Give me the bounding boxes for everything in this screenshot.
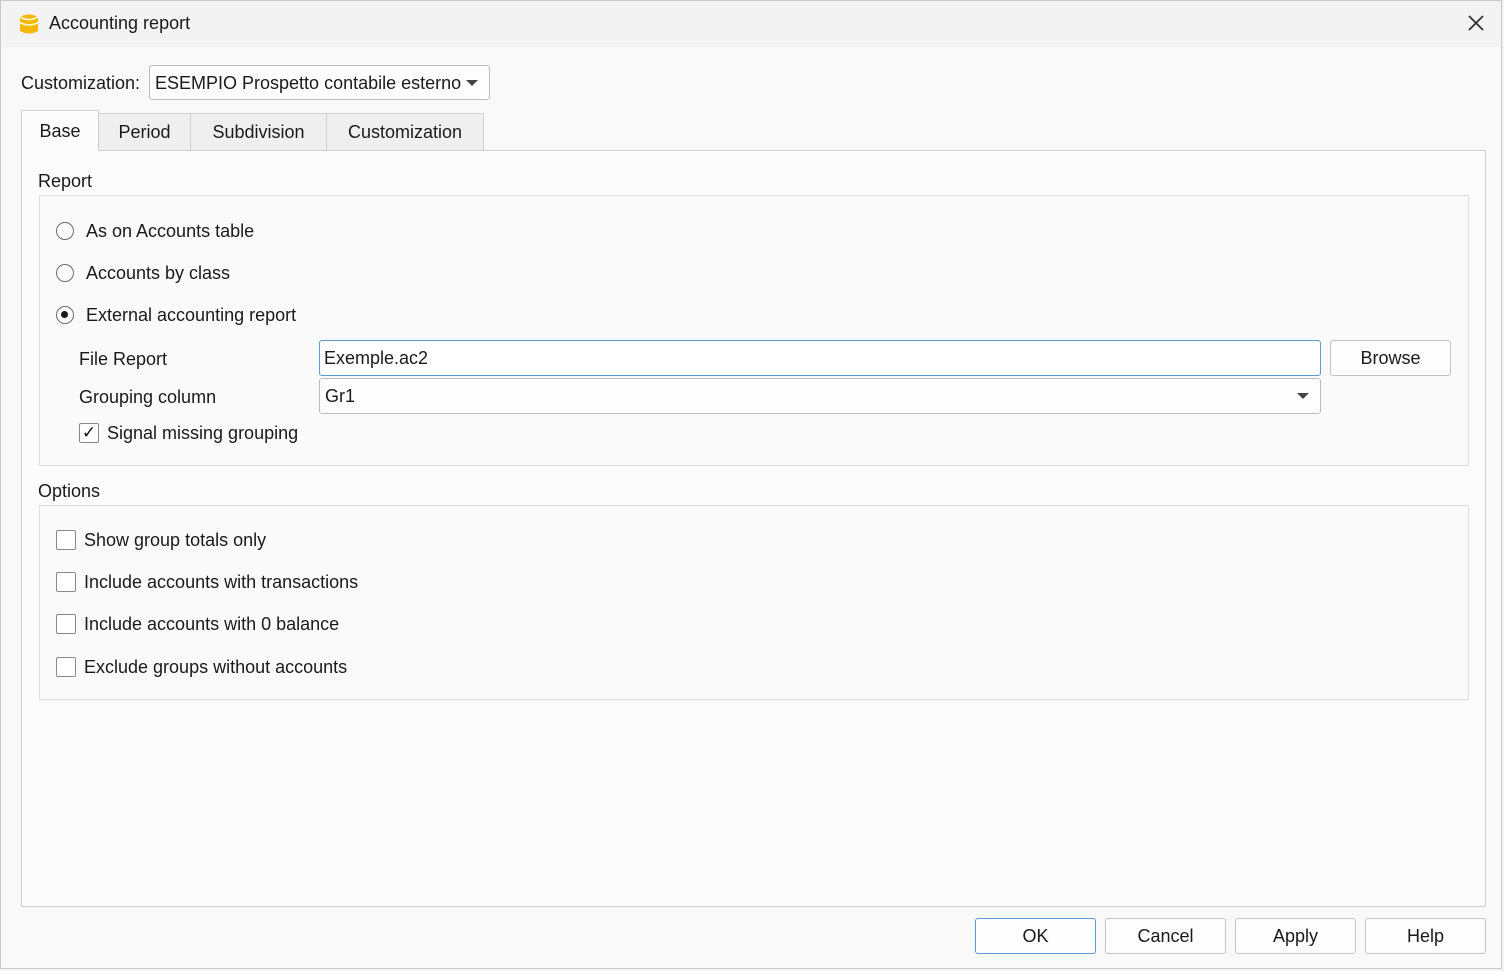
file-report-input[interactable] <box>319 340 1321 376</box>
customization-label: Customization: <box>21 73 141 93</box>
cancel-button[interactable]: Cancel <box>1105 918 1226 954</box>
help-button[interactable]: Help <box>1365 918 1486 954</box>
radio-label: External accounting report <box>86 305 297 325</box>
apply-button[interactable]: Apply <box>1235 918 1356 954</box>
checkbox-label: Include accounts with transactions <box>84 572 359 592</box>
close-icon[interactable] <box>1463 10 1489 36</box>
checkbox[interactable] <box>56 572 76 592</box>
checkbox[interactable] <box>56 657 76 677</box>
checkbox-label: Exclude groups without accounts <box>84 657 348 677</box>
ok-button[interactable]: OK <box>975 918 1096 954</box>
dialog-window: Accounting report Customization: ESEMPIO… <box>0 0 1502 969</box>
window-title: Accounting report <box>49 13 191 33</box>
tab-panel-base: Report As on Accounts table Accounts by … <box>21 150 1486 907</box>
chevron-down-icon <box>1297 393 1309 399</box>
radio-label: Accounts by class <box>86 263 231 283</box>
tab-customization[interactable]: Customization <box>326 113 484 150</box>
chevron-down-icon <box>466 80 478 86</box>
checkbox-label: Include accounts with 0 balance <box>84 614 340 634</box>
radio-button[interactable] <box>56 264 74 282</box>
report-section-label: Report <box>38 171 93 191</box>
report-group: As on Accounts table Accounts by class E… <box>39 195 1469 466</box>
tab-base[interactable]: Base <box>21 110 99 151</box>
grouping-column-dropdown[interactable]: Gr1 <box>319 378 1321 414</box>
checkbox-label: Show group totals only <box>84 530 267 550</box>
title-bar: Accounting report <box>1 1 1501 47</box>
checkmark-icon[interactable]: ✓ <box>79 423 99 443</box>
checkbox[interactable] <box>56 614 76 634</box>
browse-button[interactable]: Browse <box>1330 340 1451 376</box>
customization-value: ESEMPIO Prospetto contabile esterno <box>155 73 462 93</box>
radio-button[interactable] <box>56 222 74 240</box>
grouping-column-value: Gr1 <box>325 386 356 406</box>
tab-period[interactable]: Period <box>98 113 191 150</box>
options-group: Show group totals only Include accounts … <box>39 505 1469 700</box>
checkbox[interactable] <box>56 530 76 550</box>
file-report-label: File Report <box>79 349 168 369</box>
customization-dropdown[interactable]: ESEMPIO Prospetto contabile esterno <box>149 65 490 100</box>
database-icon <box>19 14 39 34</box>
radio-button-selected[interactable] <box>56 306 74 324</box>
options-section-label: Options <box>38 481 101 501</box>
radio-label: As on Accounts table <box>86 221 255 241</box>
tab-subdivision[interactable]: Subdivision <box>190 113 327 150</box>
checkbox-label: Signal missing grouping <box>107 423 299 443</box>
grouping-column-label: Grouping column <box>79 387 217 407</box>
